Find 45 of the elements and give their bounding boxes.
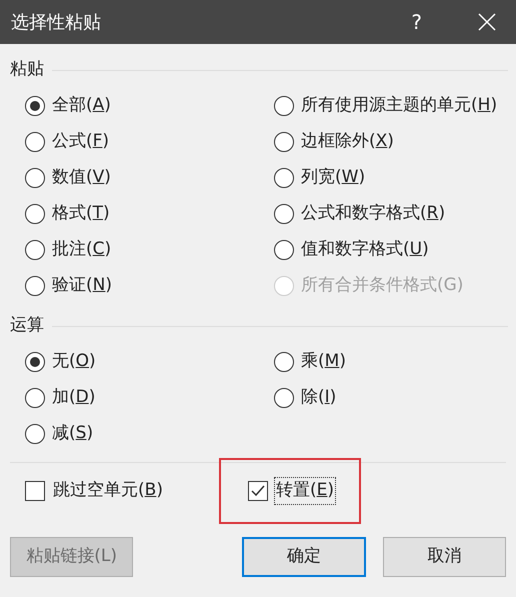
close-icon[interactable]: [478, 13, 496, 31]
option-label: 加(D): [52, 386, 96, 410]
option-label: 公式(F): [52, 130, 110, 154]
radio-button[interactable]: [274, 204, 294, 224]
radio-button[interactable]: [25, 132, 45, 152]
option-label: 无(O): [52, 350, 96, 374]
option-label: 公式和数字格式(R): [301, 202, 446, 226]
section-heading: 运算: [10, 314, 44, 338]
radio-button[interactable]: [25, 424, 45, 444]
radio-button[interactable]: [25, 276, 45, 296]
checkbox-label: 跳过空单元(B): [52, 479, 164, 502]
radio-button[interactable]: [274, 96, 294, 116]
radio-button[interactable]: [274, 132, 294, 152]
section-heading: 粘贴: [10, 58, 44, 82]
option-label: 乘(M): [301, 350, 346, 374]
help-button[interactable]: ?: [411, 7, 422, 37]
dialog-button[interactable]: 取消: [382, 537, 506, 577]
option-label: 验证(N): [52, 274, 112, 298]
option-label: 值和数字格式(U): [301, 238, 429, 262]
check-icon: [251, 485, 265, 497]
radio-button[interactable]: [25, 168, 45, 188]
radio-button[interactable]: [274, 352, 294, 372]
checkbox[interactable]: [25, 481, 45, 501]
option-label: 边框除外(X): [301, 130, 394, 154]
option-label: 数值(V): [52, 166, 111, 190]
radio-button[interactable]: [25, 388, 45, 408]
option-label: 所有使用源主题的单元(H): [301, 94, 498, 118]
option-label: 列宽(W): [301, 166, 366, 190]
radio-button[interactable]: [274, 388, 294, 408]
radio-button[interactable]: [274, 240, 294, 260]
radio-button[interactable]: [25, 96, 45, 116]
option-label: 除(I): [301, 386, 336, 410]
option-label: 减(S): [52, 422, 94, 446]
dialog-button[interactable]: 确定: [242, 537, 366, 577]
radio-button[interactable]: [25, 204, 45, 224]
option-label: 全部(A): [52, 94, 111, 118]
checkbox[interactable]: [248, 481, 268, 501]
window-title: 选择性粘贴: [11, 10, 102, 34]
checkbox-label: 转置(E): [275, 478, 336, 504]
option-label: 批注(C): [52, 238, 112, 262]
option-label: 所有合并条件格式(G): [301, 274, 464, 298]
radio-button[interactable]: [274, 168, 294, 188]
radio-button[interactable]: [25, 240, 45, 260]
option-label: 格式(T): [52, 202, 110, 226]
radio-button[interactable]: [25, 352, 45, 372]
